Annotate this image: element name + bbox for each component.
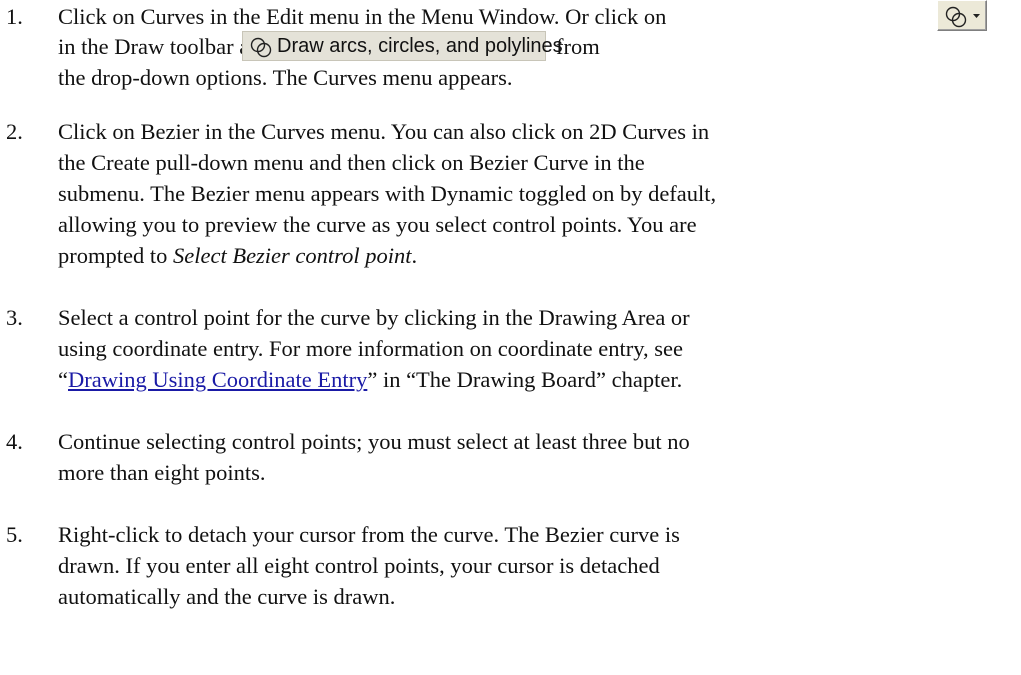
step-number: 3. (6, 305, 23, 330)
step-text: more than eight points. (58, 460, 266, 485)
step-text: allowing you to preview the curve as you… (58, 212, 697, 237)
prompt-text: Select Bezier control point (172, 243, 412, 268)
draw-circles-toolbar-button[interactable] (937, 0, 987, 31)
coordinate-entry-link[interactable]: Drawing Using Coordinate Entry (68, 367, 367, 392)
step-text-rest: ” in “The Drawing Board” chapter. (367, 367, 683, 392)
step-text: using coordinate entry. For more informa… (58, 336, 684, 361)
step-text-suffix: . (411, 243, 418, 268)
step-text-prefix: prompted to (58, 243, 173, 268)
draw-circles-dropdown-icon (945, 6, 980, 28)
step-text: Right-click to detach your cursor from t… (58, 522, 680, 547)
step-text: prompted to Select Bezier control point. (58, 241, 417, 271)
draw-arcs-circles-polylines-option[interactable]: Draw arcs, circles, and polylines (242, 31, 563, 61)
open-quote: “ (58, 367, 68, 392)
draw-circles-icon (250, 37, 272, 58)
step-text: Select a control point for the curve by … (58, 305, 690, 330)
step-text: the drop-down options. The Curves menu a… (58, 65, 513, 90)
step-number: 1. (6, 4, 23, 29)
step-text: automatically and the curve is drawn. (58, 584, 396, 609)
step-text: Continue selecting control points; you m… (58, 429, 690, 454)
step-text: Click on Curves in the Edit menu in the … (58, 4, 667, 29)
step-text: the Create pull-down menu and then click… (58, 150, 645, 175)
step-text: Click on Bezier in the Curves menu. You … (58, 119, 710, 144)
option-label: Draw arcs, circles, and polylines (277, 35, 563, 57)
step-number: 4. (6, 429, 23, 454)
step-text: submenu. The Bezier menu appears with Dy… (58, 181, 717, 206)
step-number: 5. (6, 522, 23, 547)
step-text: from (556, 34, 600, 59)
step-number: 2. (6, 119, 23, 144)
step-text: drawn. If you enter all eight control po… (58, 553, 660, 578)
instruction-document: 1. Click on Curves in the Edit menu in t… (0, 0, 1021, 675)
step-text: “Drawing Using Coordinate Entry” in “The… (58, 365, 682, 395)
